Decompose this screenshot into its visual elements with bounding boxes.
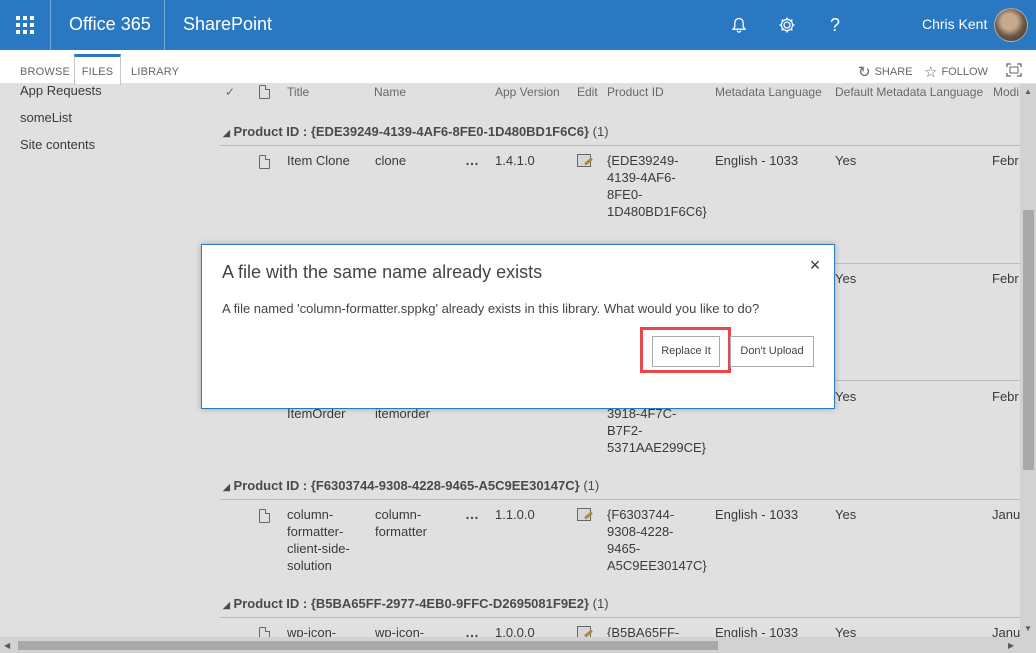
share-icon: ↻ <box>858 64 871 81</box>
tab-files[interactable]: FILES <box>74 54 121 85</box>
notifications-button[interactable] <box>726 12 752 38</box>
replace-it-button[interactable]: Replace It <box>652 336 720 367</box>
app-launcher-button[interactable] <box>0 0 50 50</box>
site-link[interactable]: SharePoint <box>183 14 272 35</box>
suite-bar: Office 365 SharePoint ? Chris Kent <box>0 0 1036 50</box>
avatar[interactable] <box>994 8 1028 42</box>
divider <box>50 0 51 50</box>
share-label: SHARE <box>874 66 913 78</box>
ribbon: BROWSE FILES LIBRARY ↻ SHARE ☆ FOLLOW <box>0 50 1036 85</box>
waffle-icon <box>16 16 34 34</box>
follow-button[interactable]: ☆ FOLLOW <box>924 63 988 81</box>
tab-browse[interactable]: BROWSE <box>20 66 70 78</box>
divider <box>164 0 165 50</box>
brand-link[interactable]: Office 365 <box>69 14 151 35</box>
settings-button[interactable] <box>774 12 800 38</box>
dont-upload-button[interactable]: Don't Upload <box>730 336 814 367</box>
user-name[interactable]: Chris Kent <box>922 16 987 32</box>
file-exists-dialog: A file with the same name already exists… <box>201 244 835 409</box>
dialog-title: A file with the same name already exists <box>222 262 543 282</box>
tab-library[interactable]: LIBRARY <box>131 66 179 78</box>
help-button[interactable]: ? <box>822 12 848 38</box>
bell-icon <box>731 17 747 33</box>
share-button[interactable]: ↻ SHARE <box>858 63 912 81</box>
dialog-message: A file named 'column-formatter.sppkg' al… <box>222 301 760 316</box>
help-icon: ? <box>829 14 840 35</box>
focus-icon <box>1006 63 1022 77</box>
close-icon[interactable]: × <box>805 255 825 275</box>
gear-icon <box>779 17 795 33</box>
focus-button[interactable] <box>1006 63 1022 77</box>
star-icon: ☆ <box>924 64 938 81</box>
follow-label: FOLLOW <box>941 66 988 78</box>
